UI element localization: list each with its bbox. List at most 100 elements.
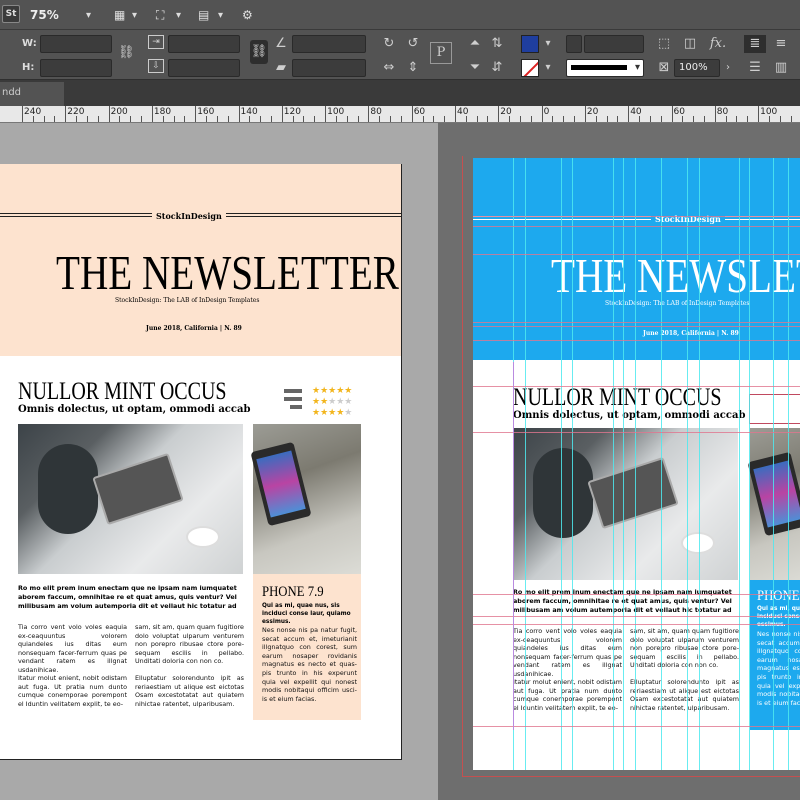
height-field[interactable] [40, 59, 112, 77]
ruler-minor-tick [725, 116, 727, 122]
article-column-1: Tia corro vent volo voles eaquia ex-ceaq… [18, 623, 127, 674]
ruler-minor-tick [433, 116, 435, 122]
width-field[interactable] [40, 35, 112, 53]
ruler-minor-tick [249, 116, 251, 122]
frame-fitting-icon[interactable]: ⬚ [656, 35, 672, 53]
document-tab[interactable]: ndd [0, 82, 64, 106]
page-preview[interactable]: StockInDesign THE NEWSLETTER StockInDesi… [0, 164, 402, 760]
ruler-major-tick [671, 106, 673, 122]
rotate-cw-icon[interactable]: ↻ [380, 35, 398, 53]
view-options-chevron-down-icon[interactable]: ▾ [176, 0, 181, 30]
stroke-swatch[interactable] [521, 59, 539, 77]
arrange-documents-icon[interactable]: ▤ [198, 0, 209, 30]
page-normal-view[interactable]: StockInDesign THE NEWSLETTER StockInDesi… [473, 158, 800, 770]
height-label: H: [22, 62, 35, 73]
drop-shadow-icon[interactable]: ◫ [682, 35, 698, 53]
photo-phone-shape [250, 441, 312, 527]
column-guide [699, 158, 700, 770]
article-subhead: Omnis dolectus, ut optam, ommodi accab [18, 404, 251, 415]
reference-p-icon[interactable]: P [430, 42, 452, 64]
row-guide [473, 254, 800, 255]
ruler-minor-tick [693, 116, 695, 122]
ruler-major-tick [455, 106, 456, 122]
row-guide [473, 624, 800, 625]
sidebar-lead-right: Qui as mi, quae nus, sis inciduci conse … [757, 606, 800, 628]
stroke-weight-stepper[interactable] [566, 35, 582, 53]
align-left-text-icon[interactable]: ≣ [744, 35, 766, 53]
ruler-major-tick [195, 106, 197, 122]
photo-person-shape [38, 444, 98, 534]
row-guide [473, 326, 800, 327]
scale-x-field[interactable] [168, 35, 240, 53]
bleed-guide-bottom [462, 776, 800, 777]
select-container-icon[interactable]: ⏶ [466, 35, 484, 53]
ruler-minor-tick [444, 116, 446, 122]
align-center-text-icon[interactable]: ≡ [770, 35, 792, 53]
article-subhead-right: Omnis dolectus, ut optam, ommodi accab [513, 410, 746, 421]
fill-chevron-down-icon[interactable]: ▾ [542, 35, 554, 53]
sidebar-body: Nes nonse nis pa natur fugit, secat accu… [262, 626, 357, 703]
flip-horizontal-icon[interactable]: ⇔ [380, 59, 398, 77]
ruler-minor-tick [227, 116, 229, 122]
ruler-major-tick [281, 106, 283, 122]
opacity-chevron-right-icon[interactable]: › [722, 59, 734, 77]
opacity-field[interactable]: 100% [674, 59, 720, 77]
article-column-2: sam, sit am, quam quam fugitiore dolo vo… [135, 623, 244, 666]
select-previous-icon[interactable]: ⇅ [488, 35, 506, 53]
ruler-minor-tick [43, 116, 45, 122]
ruler-minor-tick [487, 116, 489, 122]
rotation-field[interactable] [292, 35, 366, 53]
ruler-minor-tick [141, 116, 142, 122]
view-options-icon[interactable]: ⛶ [156, 0, 164, 30]
ruler-minor-tick [400, 116, 402, 122]
distribute-icon[interactable]: ☰ [744, 59, 766, 77]
ruler-major-tick [584, 106, 586, 122]
effects-fx-icon[interactable]: fx. [708, 35, 728, 53]
sidebar-title: PHONE 7.9 [262, 584, 324, 600]
horizontal-ruler[interactable]: 240 220 200 180 160 140 120 100 80 60 40 20 0 20 40 60 8… [0, 106, 800, 123]
scale-link-icon[interactable]: ⛓ [250, 40, 268, 64]
row-guide [473, 386, 800, 387]
fill-swatch[interactable] [521, 35, 539, 53]
zoom-chevron-down-icon[interactable]: ▾ [86, 0, 91, 30]
sidebar-body-right: Nes nonse nis pa natur fugit, secat accu… [757, 630, 800, 707]
screen-mode-icon[interactable]: ▦ [114, 0, 125, 30]
screen-mode-chevron-down-icon[interactable]: ▾ [132, 0, 137, 30]
flip-vertical-icon[interactable]: ⇕ [404, 59, 422, 77]
sidebar-title-right: PHONE 7.9 [757, 588, 800, 604]
rotate-ccw-icon[interactable]: ↺ [404, 35, 422, 53]
ruler-minor-tick [390, 116, 391, 122]
select-next-icon[interactable]: ⇵ [488, 59, 506, 77]
stroke-chevron-down-icon[interactable]: ▾ [542, 59, 554, 77]
ruler-minor-tick [357, 116, 359, 122]
ruler-minor-tick [346, 116, 348, 122]
ruler-minor-tick [476, 116, 478, 122]
stroke-type-field[interactable]: ▾ [566, 59, 644, 77]
zoom-level[interactable]: 75% [30, 0, 59, 30]
column-guide [525, 158, 526, 770]
ruler-minor-tick [736, 116, 738, 122]
stock-app-badge[interactable]: St [2, 5, 20, 23]
ruler-minor-tick [206, 116, 207, 122]
ruler-minor-tick [216, 116, 218, 122]
constrain-link-icon[interactable]: ⛓ [118, 44, 135, 62]
arrange-chevron-down-icon[interactable]: ▾ [218, 0, 223, 30]
stroke-weight-field[interactable] [584, 35, 644, 53]
row-guide [473, 726, 800, 727]
text-wrap-icon[interactable]: ▥ [770, 59, 792, 77]
shear-field[interactable] [292, 59, 366, 77]
ruler-minor-tick [552, 116, 554, 122]
select-content-icon[interactable]: ⏷ [466, 59, 484, 77]
ruler-minor-tick [292, 116, 294, 122]
article-column-1b-right: Itatur molut enient, nobit odistam aut f… [513, 678, 622, 712]
scale-y-icon: ⇩ [148, 59, 164, 73]
ruler-major-tick [151, 106, 153, 122]
ruler-minor-tick [509, 116, 511, 122]
column-guide [572, 158, 573, 770]
gpu-performance-icon[interactable]: ⚙ [242, 0, 253, 30]
scale-y-field[interactable] [168, 59, 240, 77]
menu-bars-icon [284, 389, 302, 413]
ruler-minor-tick [617, 116, 619, 122]
article-headline: NULLOR MINT OCCUS [18, 378, 227, 405]
row-guide [473, 322, 800, 323]
